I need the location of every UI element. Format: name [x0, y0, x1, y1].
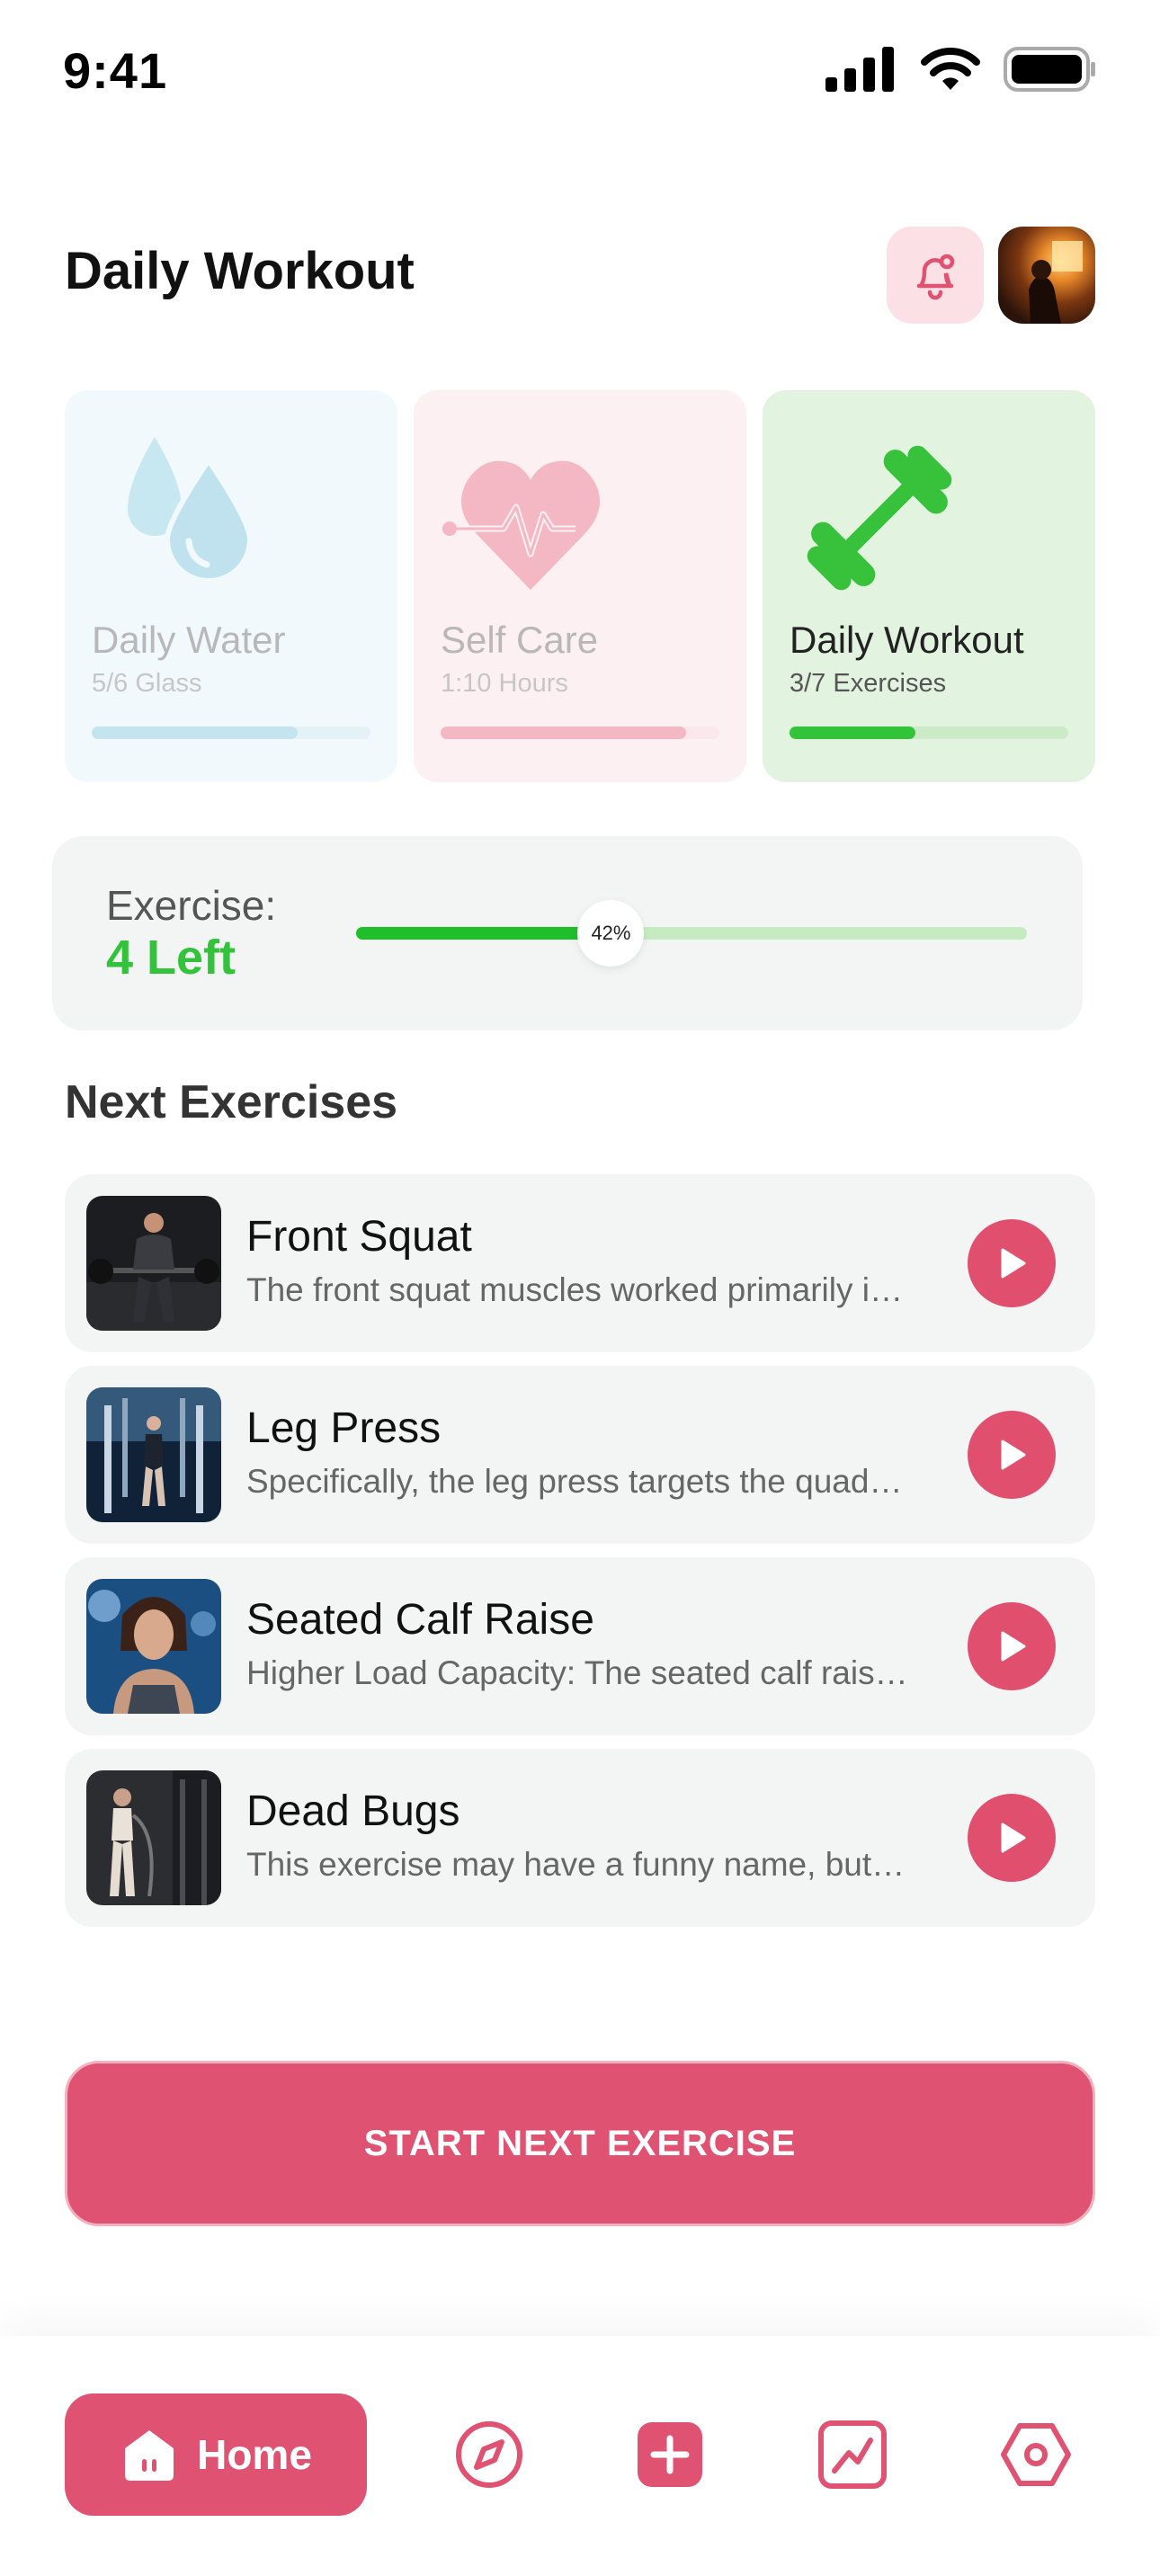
exercise-title: Leg Press: [246, 1404, 442, 1452]
plus-icon: [638, 2422, 702, 2487]
play-button[interactable]: [968, 1794, 1056, 1882]
nav-home-button[interactable]: Home: [65, 2393, 367, 2516]
selfcare-progress-track: [441, 726, 719, 739]
selfcare-card[interactable]: Self Care 1:10 Hours: [414, 390, 746, 782]
settings-icon: [1001, 2423, 1071, 2486]
exercise-item-dead-bugs[interactable]: Dead Bugs This exercise may have a funny…: [65, 1749, 1095, 1927]
water-label: Daily Water: [92, 619, 286, 661]
exercise-thumbnail: [86, 1196, 221, 1331]
exercise-thumbnail: [86, 1770, 221, 1905]
play-button[interactable]: [968, 1602, 1056, 1690]
home-icon: [125, 2430, 174, 2481]
exercise-list: Front Squat The front squat muscles work…: [65, 1174, 1095, 1940]
exercise-description: Higher Load Capacity: The seated calf ra…: [246, 1654, 912, 1691]
water-progress-fill: [92, 726, 299, 739]
selfcare-sub: 1:10 Hours: [441, 669, 568, 698]
battery-icon: [1004, 47, 1095, 92]
water-progress-track: [92, 726, 370, 739]
water-drops-icon: [128, 437, 254, 584]
exercise-caption: Exercise:: [106, 882, 277, 929]
workout-sub: 3/7 Exercises: [790, 669, 947, 698]
play-button[interactable]: [968, 1411, 1056, 1499]
exercise-description: Specifically, the leg press targets the …: [246, 1463, 912, 1500]
workout-card[interactable]: Daily Workout 3/7 Exercises: [763, 390, 1095, 782]
exercise-description: This exercise may have a funny name, but…: [246, 1846, 912, 1883]
exercise-item-front-squat[interactable]: Front Squat The front squat muscles work…: [65, 1174, 1095, 1352]
next-exercises-title: Next Exercises: [65, 1076, 398, 1128]
status-time: 9:41: [63, 42, 168, 99]
workout-label: Daily Workout: [790, 619, 1024, 661]
play-icon: [1001, 1631, 1026, 1662]
selfcare-label: Self Care: [441, 619, 599, 661]
water-card[interactable]: Daily Water 5/6 Glass: [65, 390, 397, 782]
notification-button[interactable]: [887, 227, 984, 324]
status-bar: 9:41: [0, 0, 1160, 144]
workout-progress-track: [790, 726, 1068, 739]
nav-explore[interactable]: [451, 2417, 527, 2492]
bell-icon: [916, 254, 955, 300]
wifi-icon: [921, 48, 980, 90]
dumbbell-icon: [807, 445, 952, 591]
exercise-progress-panel: Exercise: 4 Left 42%: [52, 836, 1083, 1030]
exercise-description: The front squat muscles worked primarily…: [246, 1271, 912, 1308]
bottom-nav: Home: [0, 2336, 1160, 2576]
exercise-title: Dead Bugs: [246, 1787, 460, 1835]
play-button[interactable]: [968, 1219, 1056, 1307]
nav-settings[interactable]: [998, 2417, 1074, 2492]
play-icon: [1001, 1440, 1026, 1470]
status-icons: [825, 47, 1097, 92]
exercise-title: Seated Calf Raise: [246, 1596, 594, 1644]
signal-icon: [825, 47, 894, 92]
workout-progress-fill: [790, 726, 915, 739]
start-next-exercise-button[interactable]: START NEXT EXERCISE: [65, 2061, 1095, 2226]
exercise-title: Front Squat: [246, 1213, 472, 1261]
selfcare-progress-fill: [441, 726, 686, 739]
water-sub: 5/6 Glass: [92, 669, 202, 698]
play-icon: [1001, 1248, 1026, 1279]
exercise-progress-track: 42%: [356, 900, 1027, 967]
user-avatar[interactable]: [998, 227, 1095, 324]
heartbeat-icon: [442, 460, 601, 590]
exercise-item-leg-press[interactable]: Leg Press Specifically, the leg press ta…: [65, 1366, 1095, 1544]
nav-add[interactable]: [632, 2417, 708, 2492]
chart-icon: [818, 2420, 887, 2489]
page-title: Daily Workout: [65, 242, 415, 300]
play-icon: [1001, 1823, 1026, 1853]
exercise-thumbnail: [86, 1387, 221, 1522]
nav-home-label: Home: [197, 2431, 312, 2478]
nav-stats[interactable]: [815, 2417, 890, 2492]
exercise-item-seated-calf-raise[interactable]: Seated Calf Raise Higher Load Capacity: …: [65, 1557, 1095, 1735]
exercises-left: 4 Left: [106, 931, 236, 985]
exercise-progress-fill: [356, 927, 611, 940]
compass-icon: [456, 2421, 522, 2488]
exercise-thumbnail: [86, 1579, 221, 1714]
exercise-progress-knob[interactable]: 42%: [577, 900, 645, 967]
